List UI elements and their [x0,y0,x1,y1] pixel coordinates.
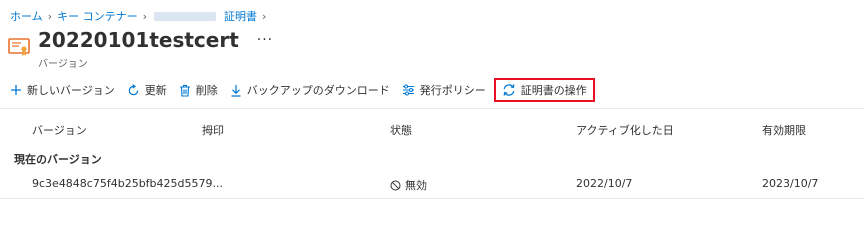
new-version-button[interactable]: 新しいバージョン [10,80,115,100]
version-link[interactable]: 9c3e4848c75f4b25bfb425d5579... [32,177,223,190]
page-subtitle: バージョン [38,59,88,70]
issuance-policy-label: 発行ポリシー [419,84,486,97]
breadcrumb-key-container[interactable]: キー コンテナー [57,8,138,24]
status-cell: 無効 [390,177,427,193]
page-header: 20220101testcert ··· バージョン [8,28,273,70]
delete-button[interactable]: 削除 [179,80,218,100]
plus-icon [11,85,21,95]
table-row[interactable]: 9c3e4848c75f4b25bfb425d5579... 無効 2022/1… [0,172,864,199]
breadcrumb-redacted-vault[interactable] [153,11,216,21]
chevron-right-icon: › [261,9,267,23]
trash-icon [179,84,190,97]
download-backup-button[interactable]: バックアップのダウンロード [230,80,390,100]
versions-table: バージョン 拇印 状態 アクティブ化した日 有効期限 現在のバージョン 9c3e… [0,108,864,199]
delete-label: 削除 [195,84,218,97]
chevron-right-icon: › [47,9,53,23]
issuance-policy-button[interactable]: 発行ポリシー [402,80,486,100]
toolbar: 新しいバージョン 更新 削除 バックアップのダウンロード 発行ポリシー 証明書の… [10,78,605,102]
sync-icon [503,84,515,96]
download-icon [231,84,241,97]
breadcrumb: ホーム › キー コンテナー › 証明書 › [10,8,271,24]
new-version-label: 新しいバージョン [27,84,115,97]
refresh-icon [128,83,139,95]
sliders-icon [402,84,414,96]
breadcrumb-certificates[interactable]: 証明書 [224,8,257,24]
refresh-label: 更新 [144,84,167,97]
column-header-thumbprint[interactable]: 拇印 [202,122,224,138]
download-backup-label: バックアップのダウンロード [246,84,390,97]
table-header: バージョン 拇印 状態 アクティブ化した日 有効期限 [0,108,864,148]
certificate-operation-label: 証明書の操作 [520,84,587,97]
status-text: 無効 [405,179,427,192]
page-title: 20220101testcert [38,28,239,52]
group-label: 現在のバージョン [14,153,102,166]
activated-date-cell: 2022/10/7 [576,177,633,190]
certificate-operation-button[interactable]: 証明書の操作 [493,78,595,102]
more-options-button[interactable]: ··· [257,32,273,48]
chevron-right-icon: › [142,9,147,23]
column-header-version[interactable]: バージョン [32,122,87,138]
column-header-status[interactable]: 状態 [390,122,412,138]
column-header-activated[interactable]: アクティブ化した日 [576,122,674,138]
certificate-icon [8,38,30,56]
group-header-current-version: 現在のバージョン [0,148,864,172]
blocked-icon [390,180,401,190]
refresh-button[interactable]: 更新 [127,80,167,100]
expiry-date-cell: 2023/10/7 [762,177,819,190]
breadcrumb-home[interactable]: ホーム [10,8,43,24]
column-header-expires[interactable]: 有効期限 [762,122,806,138]
